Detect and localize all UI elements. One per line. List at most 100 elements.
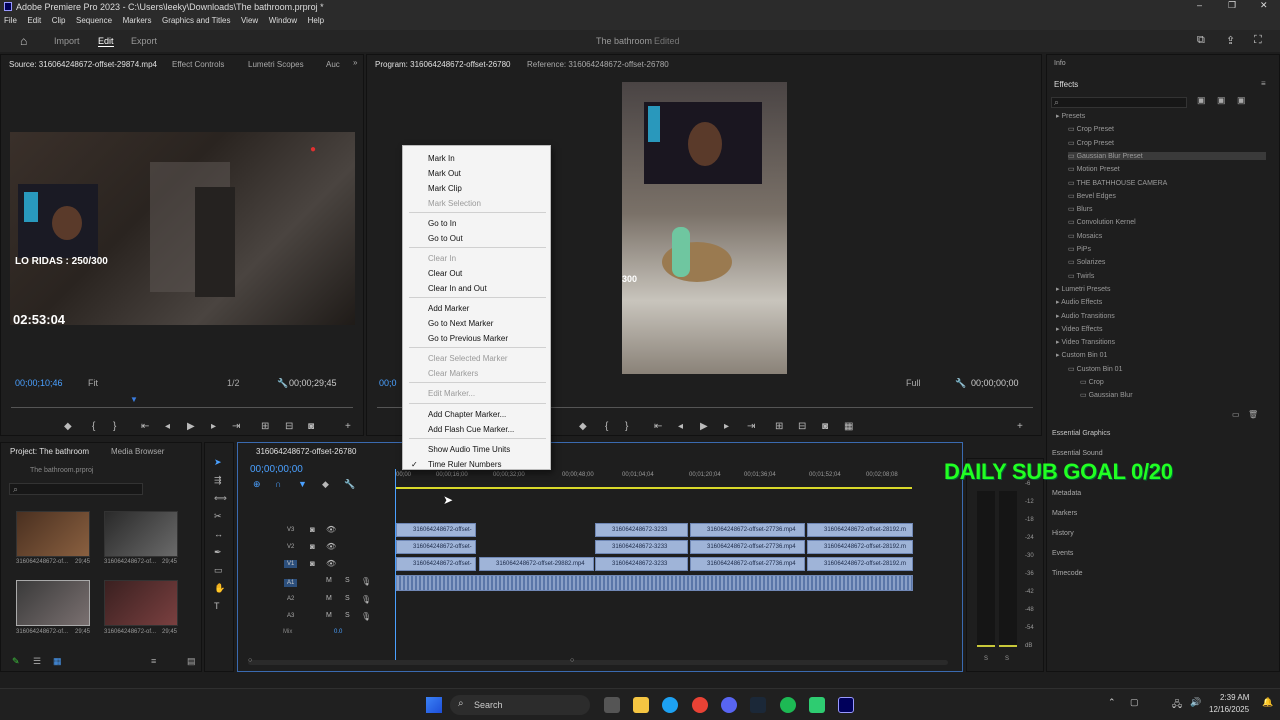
linked-selection-icon[interactable]: ∩: [275, 479, 281, 489]
mic-icon[interactable]: 🎙: [361, 595, 371, 604]
effects-tree-item[interactable]: ▭ Bevel Edges: [1068, 192, 1266, 200]
tab-sequence[interactable]: 316064248672-offset-26780: [256, 447, 356, 456]
clip-v3[interactable]: 316064248672-offset-27736.mp4: [690, 523, 805, 537]
close-button[interactable]: ✕: [1260, 0, 1268, 11]
effects-tree-item[interactable]: ▸ Audio Effects: [1056, 298, 1266, 306]
context-menu-item[interactable]: Go to Previous Marker: [428, 334, 508, 343]
context-menu-item[interactable]: Mark Clip: [428, 184, 462, 193]
step-back-icon[interactable]: ◂: [165, 421, 170, 432]
work-area-bar[interactable]: [396, 487, 912, 489]
panel-events[interactable]: Events: [1052, 550, 1073, 557]
icon-view-icon[interactable]: ▦: [53, 656, 62, 667]
program-go-to-in-icon[interactable]: ⇤: [654, 421, 662, 432]
mark-in-icon[interactable]: {: [92, 421, 95, 432]
program-mark-out-icon[interactable]: }: [625, 421, 628, 432]
play-icon[interactable]: ▶: [187, 421, 195, 432]
tab-edit[interactable]: Edit: [98, 36, 114, 47]
clip-v1[interactable]: 316064248672-3233: [595, 557, 688, 571]
track-select-tool-icon[interactable]: ⇶: [214, 475, 222, 486]
list-view-icon[interactable]: ☰: [33, 656, 41, 667]
panel-markers[interactable]: Markers: [1052, 510, 1077, 517]
program-go-to-out-icon[interactable]: ⇥: [747, 421, 755, 432]
context-menu-item[interactable]: Mark In: [428, 154, 455, 163]
track-label-v3[interactable]: V3: [287, 527, 294, 533]
context-menu-item[interactable]: Go to Out: [428, 234, 463, 243]
effects-tree-item[interactable]: ▸ Video Transitions: [1056, 338, 1266, 346]
context-menu-item[interactable]: Add Marker: [428, 304, 469, 313]
tab-program[interactable]: Program: 316064248672-offset-26780: [375, 60, 511, 69]
solo-icon[interactable]: S: [345, 612, 350, 619]
extract-icon[interactable]: ⊟: [798, 421, 806, 432]
clip-v1[interactable]: 316064248672-offset-29882.mp4: [479, 557, 594, 571]
discord-icon[interactable]: [721, 697, 737, 713]
effects-tree-item[interactable]: ▭ Twirls: [1068, 272, 1266, 280]
mute-icon[interactable]: M: [326, 577, 332, 584]
edge-icon[interactable]: [662, 697, 678, 713]
audio-clip-a1[interactable]: [396, 575, 913, 591]
context-menu-item[interactable]: Add Flash Cue Marker...: [428, 425, 514, 434]
clip-v3[interactable]: 316064248672-offset-: [396, 523, 476, 537]
minimize-button[interactable]: –: [1197, 0, 1202, 10]
menu-sequence[interactable]: Sequence: [72, 14, 116, 27]
track-label-v1[interactable]: V1: [284, 560, 298, 568]
spotify-icon[interactable]: [780, 697, 796, 713]
mark-out-icon[interactable]: }: [113, 421, 116, 432]
context-menu-item[interactable]: Show Audio Time Units: [428, 445, 510, 454]
effects-tree-item[interactable]: ▭ Crop Preset: [1068, 125, 1266, 133]
add-button-icon[interactable]: +: [345, 421, 351, 432]
mute-icon[interactable]: M: [326, 595, 332, 602]
program-step-forward-icon[interactable]: ▸: [724, 421, 729, 432]
clip-v1[interactable]: 316064248672-offset-: [396, 557, 476, 571]
tab-audio[interactable]: Auc: [326, 60, 340, 69]
menu-help[interactable]: Help: [304, 14, 328, 27]
yuv-effects-icon[interactable]: ▣: [1237, 95, 1246, 106]
context-menu-item[interactable]: Go to Next Marker: [428, 319, 493, 328]
effects-tree-item[interactable]: ▭ Motion Preset: [1068, 165, 1266, 173]
tray-app-icon[interactable]: ▢: [1130, 697, 1139, 708]
timeline-scrollbar[interactable]: ○ ○: [248, 657, 948, 665]
panel-timecode[interactable]: Timecode: [1052, 570, 1082, 577]
32bit-effects-icon[interactable]: ▣: [1217, 95, 1226, 106]
panel-essential-sound[interactable]: Essential Sound: [1052, 450, 1103, 457]
menu-graphics[interactable]: Graphics and Titles: [158, 14, 234, 27]
clock-date[interactable]: 12/16/2025: [1209, 705, 1249, 714]
context-menu-item[interactable]: Mark Out: [428, 169, 461, 178]
snap-icon[interactable]: ⊕: [253, 479, 261, 490]
tab-reference[interactable]: Reference: 316064248672-offset-26780: [527, 60, 669, 69]
delete-icon[interactable]: 🗑: [1248, 410, 1258, 419]
mic-icon[interactable]: 🎙: [361, 577, 371, 586]
tab-lumetri-scopes[interactable]: Lumetri Scopes: [248, 60, 304, 69]
effects-tree-item[interactable]: ▸ Custom Bin 01: [1056, 351, 1266, 359]
effects-tree-item[interactable]: ▭ Gaussian Blur Preset: [1068, 151, 1266, 160]
slip-tool-icon[interactable]: ↔: [214, 529, 223, 539]
more-tabs-icon[interactable]: »: [353, 58, 357, 67]
program-play-icon[interactable]: ▶: [700, 421, 708, 432]
effects-tree-item[interactable]: ▭ Blurs: [1068, 205, 1266, 213]
selection-tool-icon[interactable]: ➤: [214, 457, 222, 468]
effects-tree-item[interactable]: ▭ THE BATHHOUSE CAMERA: [1068, 179, 1266, 187]
tab-project[interactable]: Project: The bathroom: [10, 447, 89, 456]
network-icon[interactable]: 🖧: [1172, 697, 1182, 713]
step-forward-icon[interactable]: ▸: [211, 421, 216, 432]
effects-search-input[interactable]: ⌕: [1051, 97, 1187, 108]
premiere-taskbar-icon[interactable]: [838, 697, 854, 713]
context-menu-item[interactable]: Clear Out: [428, 269, 462, 278]
eye-icon[interactable]: 👁: [326, 542, 336, 551]
effects-tree-item[interactable]: ▭ Mosaics: [1068, 232, 1266, 240]
project-item-thumbnail[interactable]: [16, 580, 90, 626]
toggle-output-icon[interactable]: ◙: [310, 542, 315, 551]
mute-icon[interactable]: M: [326, 612, 332, 619]
panel-essential-graphics[interactable]: Essential Graphics: [1052, 430, 1110, 437]
tab-media-browser[interactable]: Media Browser: [111, 447, 164, 456]
source-scrubber[interactable]: [11, 407, 353, 408]
new-bin-icon[interactable]: ▭: [1232, 410, 1240, 419]
menu-view[interactable]: View: [237, 14, 262, 27]
clip-v2[interactable]: 316064248672-offset-28192.m: [807, 540, 913, 554]
context-menu-item[interactable]: Clear In and Out: [428, 284, 487, 293]
project-item-thumbnail[interactable]: [104, 580, 178, 626]
clip-v1[interactable]: 316064248672-offset-27736.mp4: [690, 557, 805, 571]
rectangle-tool-icon[interactable]: ▭: [214, 565, 223, 576]
scrollbar-end-handle[interactable]: ○: [570, 657, 574, 664]
effects-tree-item[interactable]: ▭ Convolution Kernel: [1068, 218, 1266, 226]
taskbar-search[interactable]: ⌕ Search: [450, 695, 590, 715]
